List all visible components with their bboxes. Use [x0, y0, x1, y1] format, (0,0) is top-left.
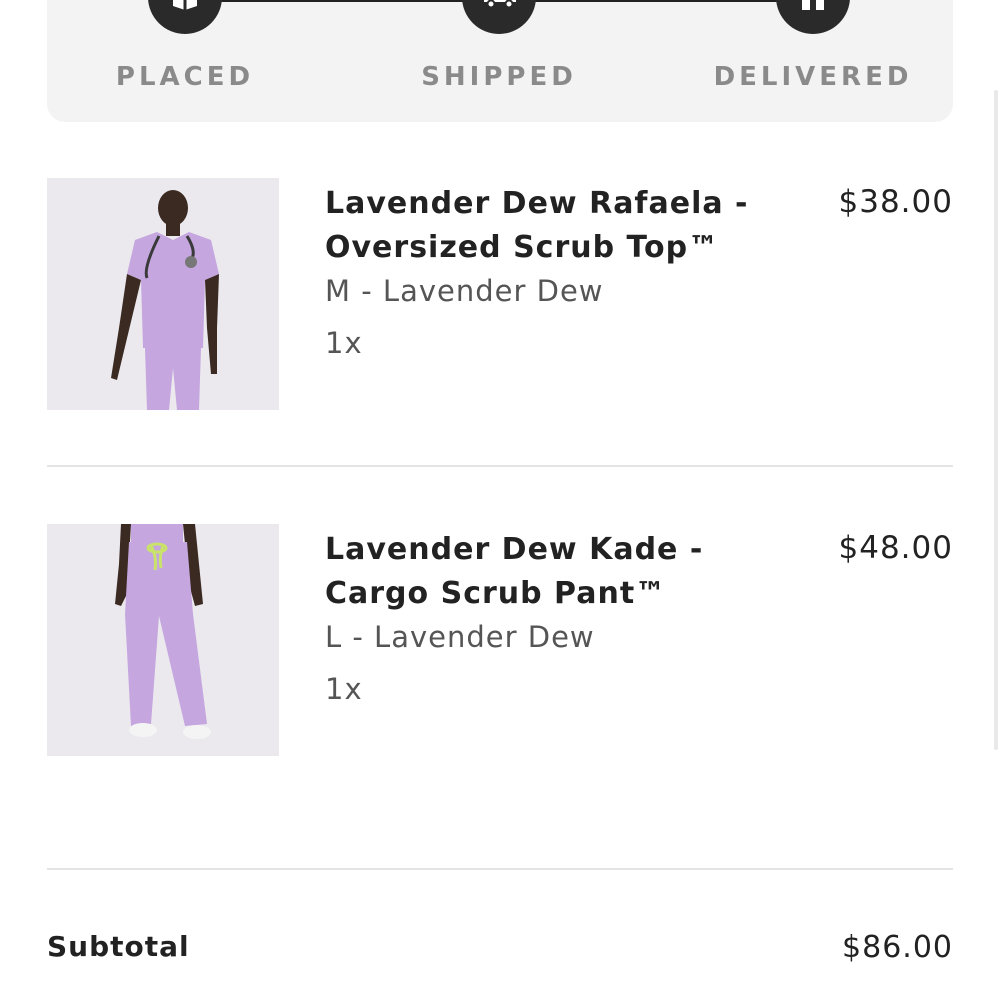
box-icon: [148, 0, 222, 34]
step-label-placed: PLACED: [115, 62, 255, 92]
subtotal-value: $86.00: [842, 930, 953, 965]
step-label-shipped: SHIPPED: [421, 62, 577, 92]
product-image-scrub-pant[interactable]: [47, 524, 279, 756]
item-price: $38.00: [838, 184, 953, 220]
divider: [47, 868, 953, 870]
item-name[interactable]: Lavender Dew Rafaela - Oversized Scrub T…: [325, 182, 785, 270]
order-status-tracker: PLACED SHIPPED DELIVERED: [47, 0, 953, 122]
house-icon: [776, 0, 850, 34]
step-label-delivered: DELIVERED: [713, 62, 913, 92]
subtotal-label: Subtotal: [47, 930, 190, 963]
item-variant: L - Lavender Dew: [325, 620, 595, 654]
item-variant: M - Lavender Dew: [325, 274, 604, 308]
tracker-step-shipped: SHIPPED: [379, 0, 619, 92]
tracker-step-delivered: DELIVERED: [693, 0, 933, 92]
order-details-page: PLACED SHIPPED DELIVERED Lavender Dew Ra…: [0, 0, 1000, 1000]
scrollbar[interactable]: [994, 90, 998, 750]
tracker-step-placed: PLACED: [65, 0, 305, 92]
product-image-scrub-top[interactable]: [47, 178, 279, 410]
truck-icon: [462, 0, 536, 34]
item-quantity: 1x: [325, 672, 363, 706]
divider: [47, 465, 953, 467]
item-price: $48.00: [838, 530, 953, 566]
item-quantity: 1x: [325, 326, 363, 360]
item-name[interactable]: Lavender Dew Kade - Cargo Scrub Pant™: [325, 528, 785, 616]
